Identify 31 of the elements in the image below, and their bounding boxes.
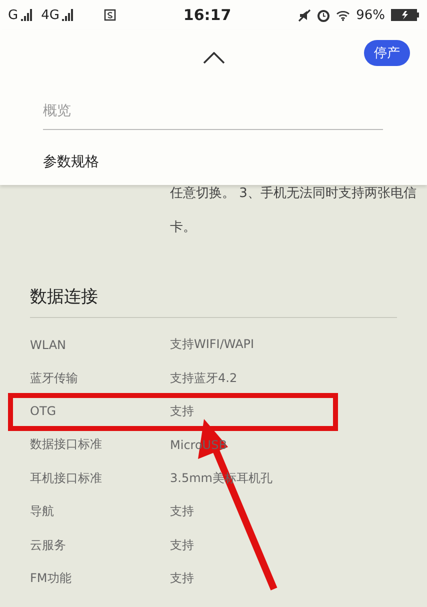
notification-icon (104, 9, 116, 21)
spec-label: 数据接口标准 (30, 436, 103, 454)
status-badge[interactable]: 停产 (364, 40, 410, 66)
section-heading: 数据连接 (30, 286, 99, 309)
spec-label: 导航 (30, 503, 55, 520)
spec-value: 支持 (170, 536, 194, 554)
spec-value: 支持 (170, 402, 194, 420)
carrier-label: G (8, 8, 18, 22)
description-text: 卡。 (170, 219, 196, 237)
collapse-chevron-icon[interactable] (202, 52, 224, 64)
signal-icon (62, 9, 74, 21)
spec-label: 云服务 (30, 536, 67, 554)
battery-percent: 96% (356, 8, 385, 22)
battery-icon (391, 9, 419, 21)
spec-value: 支持 (170, 503, 194, 520)
spec-label: 蓝牙传输 (30, 370, 79, 387)
description-text: 任意切换。 3、手机无法同时支持两张电信 (170, 185, 416, 203)
spec-label: FM功能 (30, 570, 72, 587)
alarm-icon (317, 8, 330, 22)
spec-label: WLAN (30, 338, 68, 352)
spec-value: 支持蓝牙4.2 (170, 370, 238, 387)
wifi-icon (336, 10, 350, 20)
spec-label: OTG (30, 404, 58, 418)
spec-value: 支持 (170, 570, 194, 587)
network-label: 4G (41, 8, 60, 22)
spec-value: 支持WIFI/WAPI (170, 336, 254, 354)
mute-icon (298, 8, 312, 22)
menu-item[interactable]: 参数规格 (43, 136, 384, 187)
signal-icon (21, 9, 32, 21)
spec-label: 耳机接口标准 (30, 470, 103, 487)
clock-time: 16:17 (183, 6, 232, 24)
